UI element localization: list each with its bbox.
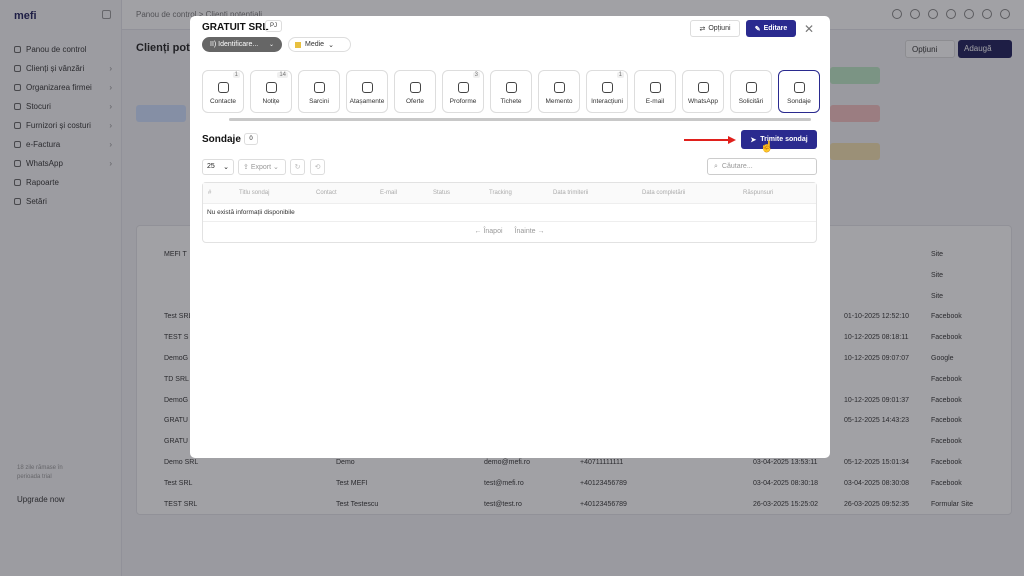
tab-sondaje[interactable]: Sondaje xyxy=(778,70,820,113)
tab-icon xyxy=(217,82,229,93)
tab-icon xyxy=(361,82,373,93)
tab-icon xyxy=(745,82,757,93)
prev-page-button[interactable]: ← Înapoi xyxy=(475,228,503,235)
empty-message: Nu există informații disponibile xyxy=(207,209,295,216)
chevron-down-icon: ⌄ xyxy=(328,41,334,49)
tab-label: Notițe xyxy=(262,98,280,105)
arrow-annotation xyxy=(684,136,736,144)
tab-solicitri[interactable]: Solicitări xyxy=(730,70,772,113)
tab-label: Solicitări xyxy=(738,98,764,105)
tab-bar: 1 Contacte 14 Notițe Sarcini Atașamente Oferte… xyxy=(202,70,820,113)
tab-label: Tichete xyxy=(500,98,522,105)
tab-memento[interactable]: Memento xyxy=(538,70,580,113)
export-label: Export xyxy=(250,164,272,171)
tabs-scrollbar[interactable] xyxy=(229,118,811,121)
tab-ataamente[interactable]: Atașamente xyxy=(346,70,388,113)
pagination: ← Înapoi Înainte → xyxy=(203,228,816,235)
tab-email[interactable]: E-mail xyxy=(634,70,676,113)
tab-icon xyxy=(313,82,325,93)
tab-icon xyxy=(793,82,805,93)
column-header[interactable]: Titlu sondaj xyxy=(239,190,269,196)
tab-label: Proforme xyxy=(449,98,477,105)
flag-icon xyxy=(295,41,301,48)
chevron-down-icon: ⌄ xyxy=(268,42,274,48)
type-badge: PJ xyxy=(265,20,282,32)
tab-notie[interactable]: 14 Notițe xyxy=(250,70,292,113)
search-placeholder: Căutare... xyxy=(721,163,753,170)
surveys-table: # Titlu sondaj Contact E-mail Status Tracking… xyxy=(202,182,817,243)
tab-badge: 3 xyxy=(472,72,480,78)
tab-icon xyxy=(601,82,613,93)
column-header[interactable]: Data completării xyxy=(642,190,685,196)
cursor-icon: ☝ xyxy=(760,141,774,153)
stage-value: II) Identificare... xyxy=(210,41,259,48)
section-count: 0 xyxy=(244,133,258,145)
tab-label: WhatsApp xyxy=(688,98,718,105)
column-header[interactable]: Status xyxy=(433,190,450,196)
tab-icon xyxy=(265,82,277,93)
tab-label: Oferte xyxy=(405,98,425,105)
tab-icon xyxy=(553,82,565,93)
tab-interaciuni[interactable]: 1 Interacțiuni xyxy=(586,70,628,113)
column-header[interactable]: Răspunsuri xyxy=(743,190,773,196)
lead-modal: GRATUIT SRL PJ II) Identificare... ⌄ Medi… xyxy=(190,16,830,458)
next-page-button[interactable]: Înainte → xyxy=(515,228,545,235)
column-header[interactable]: Data trimiterii xyxy=(553,190,588,196)
table-header: # Titlu sondaj Contact E-mail Status Tracking… xyxy=(203,183,816,204)
tab-icon xyxy=(505,82,517,93)
tab-icon xyxy=(409,82,421,93)
export-button[interactable]: ⇪ Export ⌄ xyxy=(238,159,286,175)
tab-icon xyxy=(697,82,709,93)
tab-sarcini[interactable]: Sarcini xyxy=(298,70,340,113)
tab-icon xyxy=(649,82,661,93)
tab-label: Atașamente xyxy=(349,98,385,105)
tab-label: Contacte xyxy=(209,98,237,105)
tab-badge: 1 xyxy=(232,72,240,78)
options-label: Opțiuni xyxy=(708,25,731,32)
column-header[interactable]: Tracking xyxy=(489,190,512,196)
chevron-down-icon: ⌄ xyxy=(223,164,229,171)
edit-button[interactable]: ✎ Editare xyxy=(746,20,796,37)
tab-oferte[interactable]: Oferte xyxy=(394,70,436,113)
column-header[interactable]: # xyxy=(208,190,211,196)
tab-badge: 1 xyxy=(616,72,624,78)
edit-label: Editare xyxy=(763,25,788,32)
tab-label: Interacțiuni xyxy=(591,98,623,105)
table-divider xyxy=(203,221,816,222)
tab-tichete[interactable]: Tichete xyxy=(490,70,532,113)
export-icon: ⇪ xyxy=(243,164,251,171)
send-survey-button[interactable]: ➤ Trimite sondaj xyxy=(741,130,817,149)
tab-label: Memento xyxy=(545,98,573,105)
tab-contacte[interactable]: 1 Contacte xyxy=(202,70,244,113)
tab-badge: 14 xyxy=(277,72,288,78)
close-icon[interactable]: ✕ xyxy=(804,22,814,36)
column-header[interactable]: Contact xyxy=(316,190,337,196)
stage-dropdown[interactable]: II) Identificare... ⌄ xyxy=(202,37,282,52)
priority-dropdown[interactable]: Medie ⌄ xyxy=(288,37,351,52)
edit-icon: ✎ xyxy=(754,25,761,33)
send-icon: ➤ xyxy=(750,136,757,144)
reset-icon[interactable]: ⟲ xyxy=(310,159,325,175)
modal-options-button[interactable]: ⇄ Opțiuni xyxy=(690,20,740,37)
tab-icon xyxy=(457,82,469,93)
section-title: Sondaje xyxy=(202,134,241,145)
sliders-icon: ⇄ xyxy=(699,25,706,33)
tab-label: Sondaje xyxy=(787,98,811,105)
search-icon: ⌕ xyxy=(714,162,718,170)
per-page-select[interactable]: 25 ⌄ xyxy=(202,159,234,175)
column-header[interactable]: E-mail xyxy=(380,190,397,196)
priority-value: Medie xyxy=(305,41,325,48)
tab-whatsapp[interactable]: WhatsApp xyxy=(682,70,724,113)
tab-proforme[interactable]: 3 Proforme xyxy=(442,70,484,113)
scroll-thumb[interactable] xyxy=(229,118,811,121)
per-page-value: 25 xyxy=(207,163,215,170)
modal-title: GRATUIT SRL xyxy=(202,22,269,33)
refresh-icon[interactable]: ↻ xyxy=(290,159,305,175)
tab-label: E-mail xyxy=(645,98,665,105)
tab-label: Sarcini xyxy=(309,98,329,105)
search-input[interactable]: ⌕ Căutare... xyxy=(707,158,817,175)
